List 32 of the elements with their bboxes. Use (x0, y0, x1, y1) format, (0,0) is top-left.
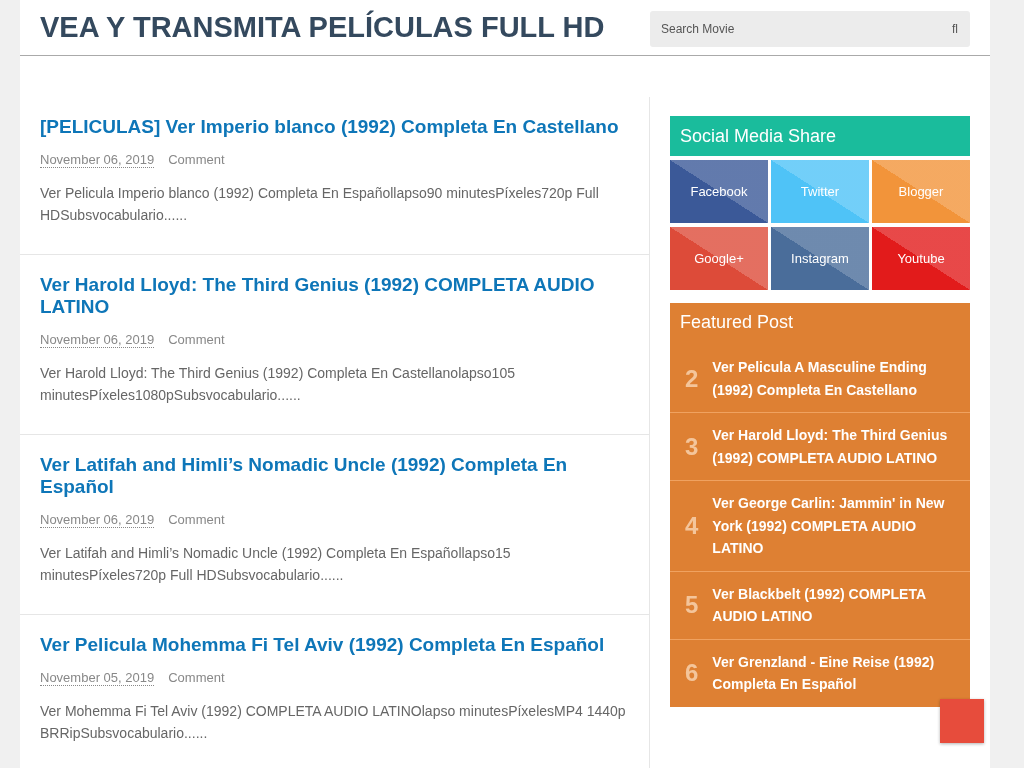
comment-link[interactable]: Comment (168, 513, 225, 528)
site-title[interactable]: VEA Y TRANSMITA PELÍCULAS FULL HD (40, 11, 605, 44)
share-button[interactable]: Instagram (771, 227, 869, 290)
post-date: November 05, 2019 (40, 671, 155, 686)
post-date: November 06, 2019 (40, 513, 155, 528)
post-date: November 06, 2019 (40, 333, 155, 348)
back-to-top-button[interactable] (940, 699, 984, 743)
share-button[interactable]: Blogger (872, 160, 970, 223)
post-excerpt: Ver Mohemma Fi Tel Aviv (1992) COMPLETA AUDIO LATINOlapso minutesPíxelesMP4 1440p BRRipSubsvocabulario...... (40, 702, 627, 743)
widget-title: Featured Post (679, 311, 795, 334)
share-button[interactable]: Facebook (670, 160, 768, 223)
search-field[interactable]: Search Movie fl (650, 10, 970, 47)
post-title-link[interactable]: [PELICULAS] Ver Imperio blanco (1992) Completa En Castellano (40, 116, 629, 138)
post-excerpt: Ver Harold Lloyd: The Third Genius (1992) Completa En Castellanolapso105 minutesPíxeles1080pSubsvocabulario...... (40, 364, 516, 405)
post-date: November 06, 2019 (40, 153, 155, 168)
comment-link[interactable]: Comment (168, 153, 225, 168)
post-title-link[interactable]: Ver Harold Lloyd: The Third Genius (1992) COMPLETA AUDIO LATINO (40, 274, 629, 318)
share-button[interactable]: Twitter (771, 160, 869, 223)
featured-item[interactable]: 2 Ver Pelicula A Masculine Ending (1992) Completa En Castellano (670, 345, 970, 412)
search-button[interactable]: fl (952, 21, 958, 36)
share-button[interactable]: Google+ (670, 227, 768, 290)
post-title-link[interactable]: Ver Pelicula Mohemma Fi Tel Aviv (1992) Completa En Español (40, 634, 629, 656)
comment-link[interactable]: Comment (168, 333, 225, 348)
comment-link[interactable]: Comment (168, 671, 225, 686)
post-excerpt: Ver Pelicula Imperio blanco (1992) Completa En Españollapso90 minutesPíxeles720p Full HDSubsvocabulario...... (40, 184, 600, 225)
post-excerpt: Ver Latifah and Himli’s Nomadic Uncle (1992) Completa En Españollapso15 minutesPíxeles720p Full HDSubsvocabulario...... (40, 544, 512, 585)
featured-item[interactable]: 3 Ver Harold Lloyd: The Third Genius (1992) COMPLETA AUDIO LATINO (670, 412, 970, 480)
widget-title: Social Media Share (670, 116, 970, 156)
featured-item[interactable]: 5 Ver Blackbelt (1992) COMPLETA AUDIO LATINO (670, 570, 970, 639)
featured-item[interactable]: 4 Ver George Carlin: Jammin' in New York (1992) COMPLETA AUDIO LATINO (670, 480, 970, 571)
post-title-link[interactable]: Ver Latifah and Himli’s Nomadic Uncle (1992) Completa En Español (40, 454, 629, 498)
share-button[interactable]: Youtube (872, 227, 970, 290)
